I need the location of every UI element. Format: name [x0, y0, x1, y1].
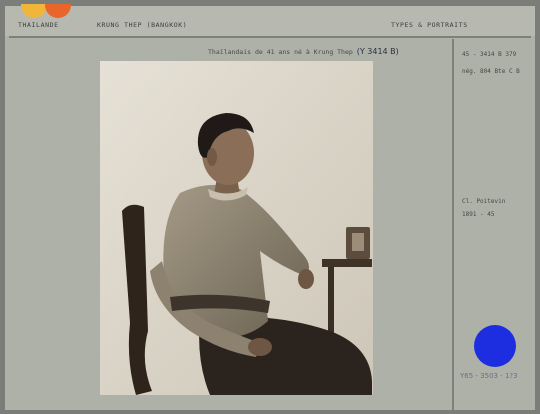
photo-caption: Thaïlandais de 41 ans né à Krung Thep (Y… — [208, 47, 399, 56]
caption-handwritten-ref: (Y 3414 B) — [356, 47, 399, 56]
negative-number: nég. 804 Bte C B — [462, 68, 520, 75]
place-label: KRUNG THEP (BANGKOK) — [97, 21, 188, 29]
portrait-image — [100, 61, 373, 395]
country-label: THAILANDE — [18, 21, 59, 29]
sidebar-divider — [452, 39, 454, 410]
caption-text: Thaïlandais de 41 ans né à Krung Thep — [208, 48, 353, 56]
header-band: THAILANDE KRUNG THEP (BANGKOK) TYPES & P… — [5, 4, 535, 36]
bottom-handwritten-ref: Y65 - 3503 - 1?3 — [460, 372, 518, 380]
category-label: TYPES & PORTRAITS — [391, 21, 468, 29]
yellow-marker — [21, 4, 47, 18]
header-divider — [9, 36, 531, 38]
orange-marker — [45, 4, 71, 18]
photo-credit: Cl. Poitevin — [462, 198, 506, 205]
portrait-photo — [100, 61, 373, 395]
inventory-number: 45 - 3414 B 379 — [462, 51, 517, 58]
photo-dates: 1891 - 45 — [462, 211, 495, 218]
blue-marker — [474, 325, 516, 367]
